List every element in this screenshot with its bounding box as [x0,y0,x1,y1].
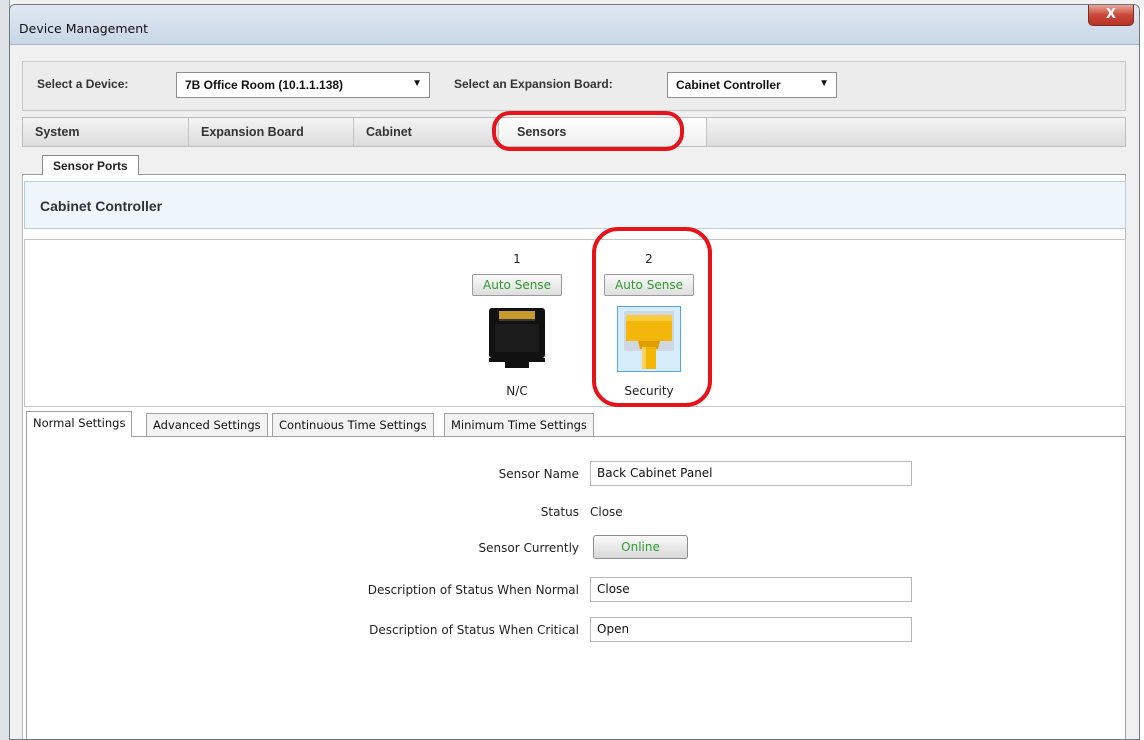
sensor-name-label: Sensor Name [498,467,579,481]
sub-tab-bar: Sensor Ports [22,155,1126,175]
board-select-label: Select an Expansion Board: [454,77,613,91]
section-header: Cabinet Controller [24,181,1126,229]
normal-description-row: Description of Status When Normal Close [27,577,1127,603]
settings-tab-bar: Normal Settings Advanced Settings Contin… [26,411,1126,438]
dropdown-arrow-icon: ▼ [412,78,422,89]
highlight-ring-sensors-tab [492,111,684,151]
auto-sense-button[interactable]: Auto Sense [472,274,562,296]
device-select-label: Select a Device: [37,77,129,91]
tab-cabinet[interactable]: Cabinet [354,118,499,146]
sensor-name-row: Sensor Name Back Cabinet Panel [27,461,1127,487]
tab-advanced-settings[interactable]: Advanced Settings [146,413,268,437]
title-bar[interactable]: Device Management X [10,5,1139,45]
sensor-currently-label: Sensor Currently [478,541,579,555]
device-select-value: 7B Office Room (10.1.1.138) [185,78,344,92]
close-button[interactable]: X [1088,5,1134,26]
settings-area: Normal Settings Advanced Settings Contin… [22,411,1127,739]
highlight-ring-port-2 [592,227,712,407]
ports-area: 1 Auto Sense N/C 2 Auto Sense Security [24,239,1126,407]
port-label: N/C [506,384,528,398]
status-row: Status Close [27,499,1127,525]
critical-description-row: Description of Status When Critical Open [27,617,1127,643]
device-management-window: Device Management X Select a Device: 7B … [9,4,1140,740]
tab-system[interactable]: System [23,118,189,146]
sensor-name-input[interactable]: Back Cabinet Panel [590,461,912,486]
normal-description-label: Description of Status When Normal [367,583,579,597]
normal-description-input[interactable]: Close [590,577,912,602]
device-selector-row: Select a Device: 7B Office Room (10.1.1.… [22,61,1126,111]
board-select[interactable]: Cabinet Controller ▼ [667,72,837,98]
ethernet-port-empty-icon[interactable] [485,306,549,372]
tab-normal-settings[interactable]: Normal Settings [26,411,133,438]
port-number: 1 [513,252,521,266]
critical-description-label: Description of Status When Critical [369,623,579,637]
tab-expansion-board[interactable]: Expansion Board [189,118,354,146]
tab-minimum-time-settings[interactable]: Minimum Time Settings [444,413,594,437]
sensor-currently-row: Sensor Currently Online [27,535,1127,561]
subtab-sensor-ports[interactable]: Sensor Ports [42,155,139,175]
dropdown-arrow-icon: ▼ [819,78,829,89]
normal-settings-form: Sensor Name Back Cabinet Panel Status Cl… [26,437,1127,739]
tab-continuous-time-settings[interactable]: Continuous Time Settings [272,413,434,437]
critical-description-input[interactable]: Open [590,617,912,642]
status-label: Status [540,505,579,519]
section-title: Cabinet Controller [40,198,163,214]
board-select-value: Cabinet Controller [676,78,781,92]
device-select[interactable]: 7B Office Room (10.1.1.138) ▼ [176,72,430,98]
online-button[interactable]: Online [593,535,688,559]
status-value: Close [590,505,623,519]
window-title: Device Management [19,21,149,36]
